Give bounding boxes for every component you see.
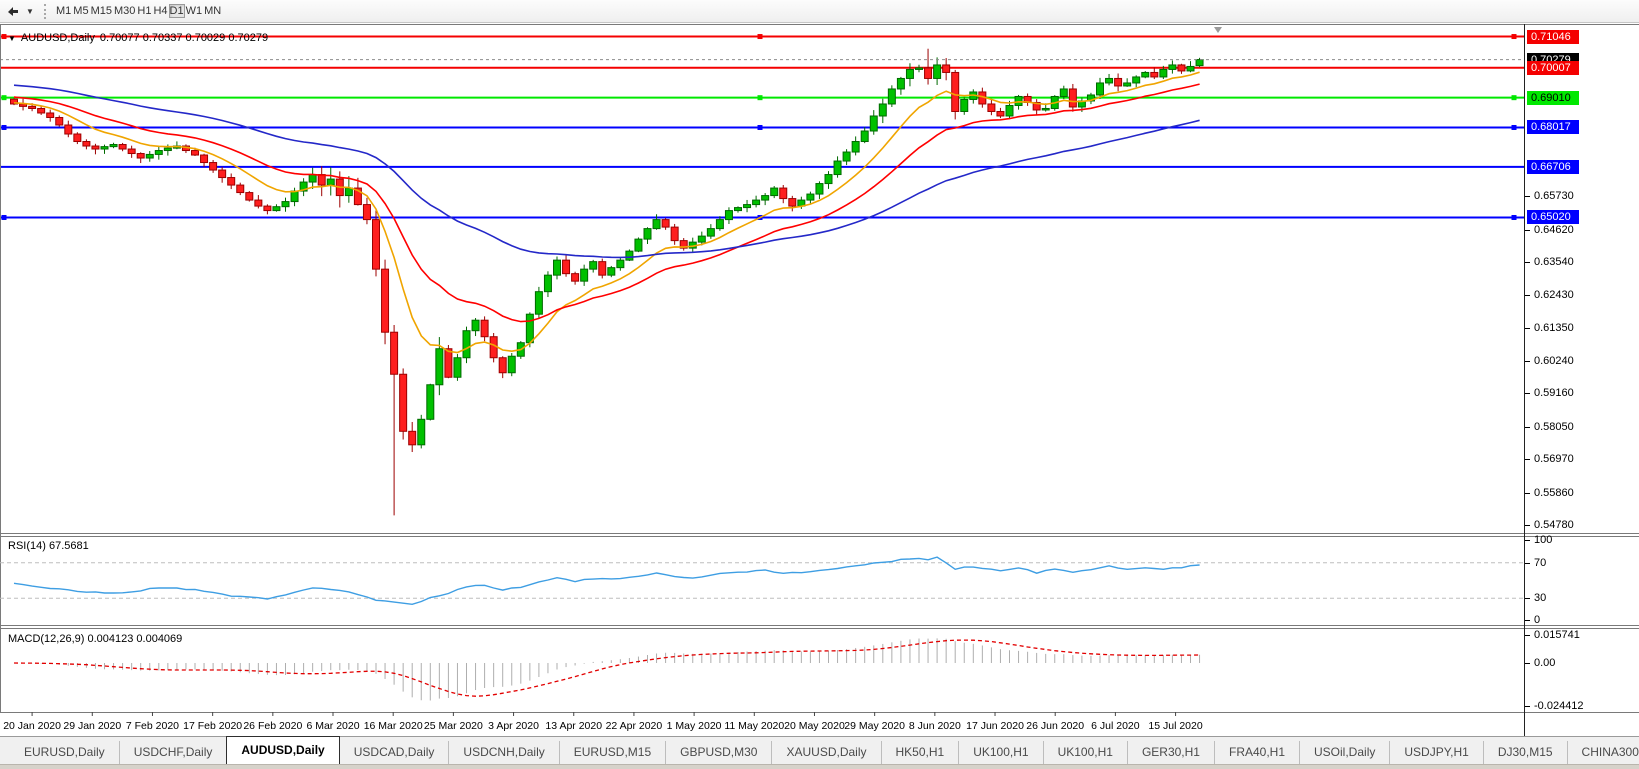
- price-line-badge: 0.69010: [1527, 91, 1579, 105]
- timeframe-button-w1[interactable]: W1: [185, 4, 204, 18]
- price-chart-svg[interactable]: 20 Jan 202029 Jan 2020 7 Feb 2020 17 Feb 2…: [0, 24, 1524, 736]
- price-axis: 0.65730 0.64620 0.63540 0.62430 0.61350 0.602…: [1524, 24, 1639, 736]
- date-label: 22 Apr 2020: [606, 720, 663, 732]
- chart-tab-usdchf-daily[interactable]: USDCHF,Daily: [119, 741, 227, 764]
- macd-pane: [14, 638, 1200, 700]
- date-label: 26 Jun 2020: [1026, 720, 1084, 732]
- timeframe-button-d1[interactable]: D1: [169, 4, 185, 18]
- title-arrow-icon: ▼: [8, 34, 16, 43]
- moving-average-lines: [14, 72, 1200, 352]
- chart-panes[interactable]: 20 Jan 202029 Jan 2020 7 Feb 2020 17 Feb 2…: [0, 24, 1524, 736]
- axis-tick-label: 0.58050: [1534, 421, 1574, 433]
- date-label: 20 May 2020: [784, 720, 845, 732]
- axis-tick-label: 0.59160: [1534, 387, 1574, 399]
- chart-tab-dj30-m15[interactable]: DJ30,M15: [1483, 741, 1567, 764]
- rsi-axis-label: 0: [1534, 614, 1540, 626]
- macd-axis-label: 0.015741: [1534, 629, 1580, 641]
- chart-mode-icon[interactable]: [2, 2, 24, 21]
- macd-axis-label: -0.024412: [1534, 700, 1584, 712]
- date-label: 15 Jul 2020: [1148, 720, 1202, 732]
- axis-tick-label: 0.65730: [1534, 190, 1574, 202]
- symbol-title: AUDUSD,Daily: [21, 32, 95, 44]
- macd-indicator-label: MACD(12,26,9) 0.004123 0.004069: [8, 633, 182, 645]
- date-label: 25 Mar 2020: [424, 720, 483, 732]
- rsi-indicator-label: RSI(14) 67.5681: [8, 540, 89, 552]
- date-label: 29 Jan 2020: [63, 720, 121, 732]
- date-label: 6 Mar 2020: [306, 720, 359, 732]
- macd-axis-label: 0.00: [1534, 657, 1555, 669]
- timeframe-toolbar: ▼ M1M5M15M30H1H4D1W1MN: [0, 0, 1639, 23]
- cursor-arrows-icon: [6, 4, 20, 18]
- date-label: 20 Jan 2020: [3, 720, 61, 732]
- ohlc-values: 0.70077 0.70337 0.70029 0.70279: [100, 32, 268, 44]
- date-label: 29 May 2020: [844, 720, 905, 732]
- rsi-axis-label: 70: [1534, 557, 1546, 569]
- chart-tab-audusd-daily[interactable]: AUDUSD,Daily: [226, 736, 339, 764]
- price-line-badge: 0.71046: [1527, 30, 1579, 44]
- rsi-pane: [0, 557, 1524, 604]
- chart-shift-marker: [1214, 27, 1222, 33]
- chart-tab-hk50-h1[interactable]: HK50,H1: [881, 741, 959, 764]
- chart-mode-caret-icon[interactable]: ▼: [24, 2, 36, 21]
- date-label: 3 Apr 2020: [488, 720, 539, 732]
- timeframe-button-h4[interactable]: H4: [152, 4, 168, 18]
- chart-tab-fra40-h1[interactable]: FRA40,H1: [1214, 741, 1299, 764]
- timeframe-button-mn[interactable]: MN: [203, 4, 222, 18]
- toolbar-grip: [44, 4, 49, 19]
- chart-tab-eurusd-m15[interactable]: EURUSD,M15: [559, 741, 665, 764]
- chart-title-row: ▼ AUDUSD,Daily 0.70077 0.70337 0.70029 0…: [8, 32, 268, 44]
- axis-tick-label: 0.60240: [1534, 355, 1574, 367]
- date-label: 1 May 2020: [667, 720, 722, 732]
- axis-tick-label: 0.64620: [1534, 224, 1574, 236]
- axis-tick-label: 0.63540: [1534, 256, 1574, 268]
- chart-tab-usdjpy-h1[interactable]: USDJPY,H1: [1389, 741, 1482, 764]
- date-label: 11 May 2020: [724, 720, 784, 732]
- chart-tab-usdcnh-daily[interactable]: USDCNH,Daily: [448, 741, 558, 764]
- timeframe-button-m5[interactable]: M5: [72, 4, 89, 18]
- timeframe-button-h1[interactable]: H1: [136, 4, 152, 18]
- date-label: 6 Jul 2020: [1091, 720, 1140, 732]
- price-line-badge: 0.70007: [1527, 61, 1579, 75]
- status-strip: [0, 764, 1639, 769]
- mt4-window: ▼ M1M5M15M30H1H4D1W1MN 20 Jan 202029 Jan…: [0, 0, 1639, 769]
- chart-tab-xauusd-daily[interactable]: XAUUSD,Daily: [771, 741, 880, 764]
- date-axis[interactable]: 20 Jan 202029 Jan 2020 7 Feb 2020 17 Feb 2…: [3, 712, 1203, 732]
- date-label: 26 Feb 2020: [243, 720, 302, 732]
- date-label: 17 Jun 2020: [966, 720, 1024, 732]
- chart-tab-eurusd-daily[interactable]: EURUSD,Daily: [10, 741, 119, 764]
- price-line-badge: 0.68017: [1527, 120, 1579, 134]
- chart-tab-uk100-h1[interactable]: UK100,H1: [1043, 741, 1127, 764]
- chart-tab-ger30-h1[interactable]: GER30,H1: [1127, 741, 1214, 764]
- chart-tab-bar: EURUSD,DailyUSDCHF,DailyAUDUSD,DailyUSDC…: [0, 736, 1639, 764]
- axis-tick-label: 0.55860: [1534, 487, 1574, 499]
- timeframe-button-m15[interactable]: M15: [90, 4, 113, 18]
- date-label: 7 Feb 2020: [126, 720, 179, 732]
- rsi-axis-label: 30: [1534, 592, 1546, 604]
- chart-tab-usdcad-daily[interactable]: USDCAD,Daily: [340, 741, 449, 764]
- chart-tab-uk100-h1[interactable]: UK100,H1: [958, 741, 1042, 764]
- chart-tab-china300-h4[interactable]: CHINA300,H4: [1567, 741, 1639, 764]
- axis-tick-label: 0.54780: [1534, 519, 1574, 531]
- chart-tab-usoil-daily[interactable]: USOil,Daily: [1299, 741, 1389, 764]
- axis-tick-label: 0.56970: [1534, 453, 1574, 465]
- timeframe-button-m30[interactable]: M30: [113, 4, 136, 18]
- price-line-badge: 0.65020: [1527, 210, 1579, 224]
- axis-tick-label: 0.62430: [1534, 289, 1574, 301]
- chart-tab-gbpusd-m30[interactable]: GBPUSD,M30: [665, 741, 771, 764]
- timeframe-buttons: M1M5M15M30H1H4D1W1MN: [55, 3, 222, 20]
- horizontal-price-lines: [0, 34, 1524, 220]
- price-line-badge: 0.66706: [1527, 160, 1579, 174]
- timeframe-button-m1[interactable]: M1: [55, 4, 72, 18]
- rsi-axis-label: 100: [1534, 534, 1552, 546]
- candlesticks: [11, 49, 1204, 516]
- date-label: 17 Feb 2020: [183, 720, 242, 732]
- date-label: 8 Jun 2020: [909, 720, 961, 732]
- axis-tick-label: 0.61350: [1534, 322, 1574, 334]
- date-label: 16 Mar 2020: [364, 720, 423, 732]
- date-label: 13 Apr 2020: [545, 720, 602, 732]
